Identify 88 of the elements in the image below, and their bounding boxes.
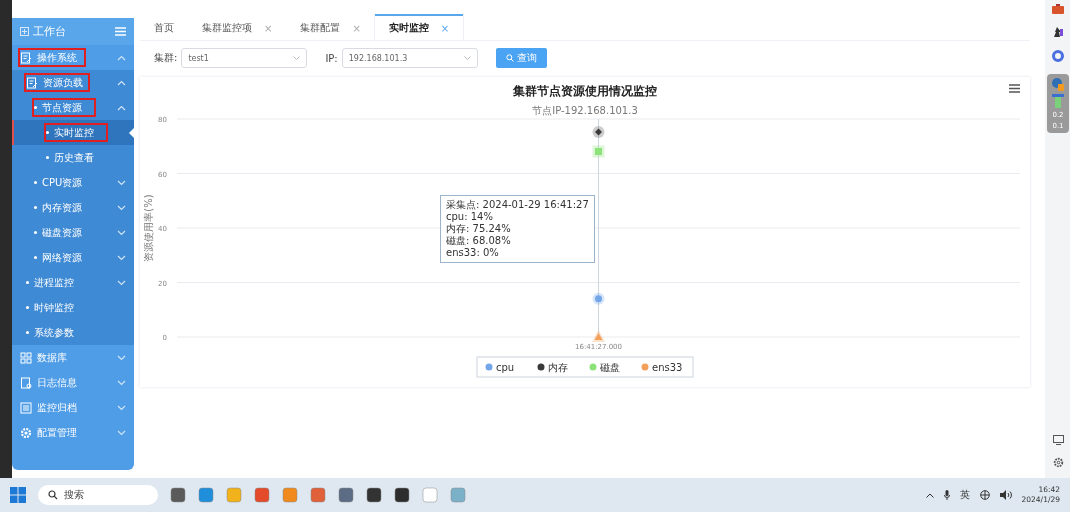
ring-icon[interactable] bbox=[1052, 50, 1064, 62]
screen-icon[interactable] bbox=[1052, 435, 1064, 445]
chevron-icon[interactable] bbox=[925, 492, 934, 498]
app-icon[interactable] bbox=[394, 487, 410, 503]
workbench-icon bbox=[20, 27, 29, 36]
gear-icon bbox=[20, 426, 32, 439]
bullet-icon bbox=[34, 181, 37, 184]
bullet-icon bbox=[26, 306, 29, 309]
tooltip-title: 采集点: 2024-01-29 16:41:27 bbox=[446, 199, 589, 211]
menu-label: 内存资源 bbox=[42, 200, 82, 215]
sidebar-item[interactable]: 磁盘资源 bbox=[12, 220, 134, 245]
globe-icon[interactable] bbox=[979, 490, 990, 500]
menu-label: 系统参数 bbox=[34, 325, 74, 340]
menu-label: 进程监控 bbox=[34, 275, 74, 290]
app-icon[interactable] bbox=[366, 487, 382, 503]
menu-label: 节点资源 bbox=[42, 100, 82, 115]
menu-label: CPU资源 bbox=[42, 175, 83, 190]
shield-icon bbox=[1051, 77, 1065, 91]
close-icon[interactable]: × bbox=[264, 22, 273, 34]
sidebar-item[interactable]: 资源负载 bbox=[12, 70, 134, 95]
search-icon bbox=[48, 490, 58, 500]
sidebar-item[interactable]: 实时监控 bbox=[12, 120, 134, 145]
sidebar-item[interactable]: 内存资源 bbox=[12, 195, 134, 220]
chart-title: 集群节点资源使用情况监控 bbox=[513, 83, 657, 100]
sidebar-item[interactable]: 历史查看 bbox=[12, 145, 134, 170]
sidebar-item[interactable]: 网络资源 bbox=[12, 245, 134, 270]
legend-label[interactable]: ens33 bbox=[652, 362, 683, 373]
tooltip-line: ens33: 0% bbox=[446, 247, 500, 259]
menu-label: 配置管理 bbox=[37, 425, 77, 440]
legend-label[interactable]: 磁盘 bbox=[600, 362, 620, 373]
menu-label: 操作系统 bbox=[37, 50, 77, 65]
document-icon bbox=[20, 51, 32, 64]
menu-label: 日志信息 bbox=[37, 375, 77, 390]
tooltip-line: 磁盘: 68.08% bbox=[446, 235, 512, 247]
bullet-icon bbox=[34, 256, 37, 259]
tooltip-line: 内存: 75.24% bbox=[446, 223, 512, 235]
caret-icon bbox=[463, 56, 471, 60]
start-icon[interactable] bbox=[10, 487, 26, 503]
grid-icon bbox=[20, 351, 32, 364]
sidebar-item[interactable]: 节点资源 bbox=[12, 95, 134, 120]
legend-label[interactable]: cpu bbox=[496, 362, 515, 373]
bullet-icon bbox=[46, 156, 49, 159]
speaker-icon[interactable] bbox=[999, 490, 1012, 500]
search-field[interactable]: 搜索 bbox=[38, 485, 158, 505]
bullet-icon bbox=[34, 231, 37, 234]
menu-label: 监控归档 bbox=[37, 400, 77, 415]
field-label: 集群: bbox=[154, 51, 178, 65]
menu-label: 磁盘资源 bbox=[42, 225, 82, 240]
chess-icon[interactable] bbox=[1052, 26, 1064, 38]
menu-label: 实时监控 bbox=[54, 125, 94, 140]
tab[interactable]: 实时监控 × bbox=[374, 14, 464, 40]
sidebar-title: 工作台 bbox=[33, 24, 66, 39]
y-axis-title: 资源使用率(%) bbox=[143, 194, 154, 262]
document-icon bbox=[26, 76, 38, 89]
menu-label: 网络资源 bbox=[42, 250, 82, 265]
bullet-icon bbox=[34, 106, 37, 109]
sidebar-item[interactable]: 系统参数 bbox=[12, 320, 134, 345]
microphone-icon[interactable] bbox=[943, 490, 950, 500]
settings-icon[interactable] bbox=[1052, 457, 1064, 468]
menu-label: 时钟监控 bbox=[34, 300, 74, 315]
list-icon bbox=[20, 401, 32, 414]
close-icon[interactable]: × bbox=[352, 22, 361, 34]
menu-label: 资源负载 bbox=[43, 75, 83, 90]
bullet-icon bbox=[26, 331, 29, 334]
legend-label[interactable]: 内存 bbox=[548, 362, 568, 373]
menu-label: 数据库 bbox=[37, 350, 67, 365]
caret-icon bbox=[293, 56, 301, 60]
close-icon[interactable]: × bbox=[440, 22, 450, 34]
sidebar-item[interactable]: CPU资源 bbox=[12, 170, 134, 195]
briefcase-icon[interactable] bbox=[1052, 4, 1064, 14]
sidebar-item[interactable]: 时钟监控 bbox=[12, 295, 134, 320]
input-language[interactable]: 英 bbox=[959, 488, 970, 502]
select-field[interactable]: test1 bbox=[181, 48, 308, 68]
menu-label: 历史查看 bbox=[54, 150, 94, 165]
log-icon bbox=[20, 376, 32, 389]
sidebar-item[interactable]: 进程监控 bbox=[12, 270, 134, 295]
gradient-bar-icon bbox=[1052, 94, 1064, 108]
query-button[interactable]: 查询 bbox=[495, 48, 547, 68]
bullet-icon bbox=[26, 281, 29, 284]
tooltip-line: cpu: 14% bbox=[446, 211, 494, 223]
bullet-icon bbox=[34, 206, 37, 209]
bullet-icon bbox=[46, 131, 49, 134]
field-label: IP: bbox=[325, 52, 338, 64]
menu-icon[interactable] bbox=[1009, 84, 1020, 93]
search-icon bbox=[505, 54, 514, 62]
app-icon[interactable] bbox=[170, 487, 186, 503]
chart-subtitle: 节点IP-192.168.101.3 bbox=[532, 104, 638, 118]
select-field[interactable]: 192.168.101.3 bbox=[341, 48, 478, 68]
